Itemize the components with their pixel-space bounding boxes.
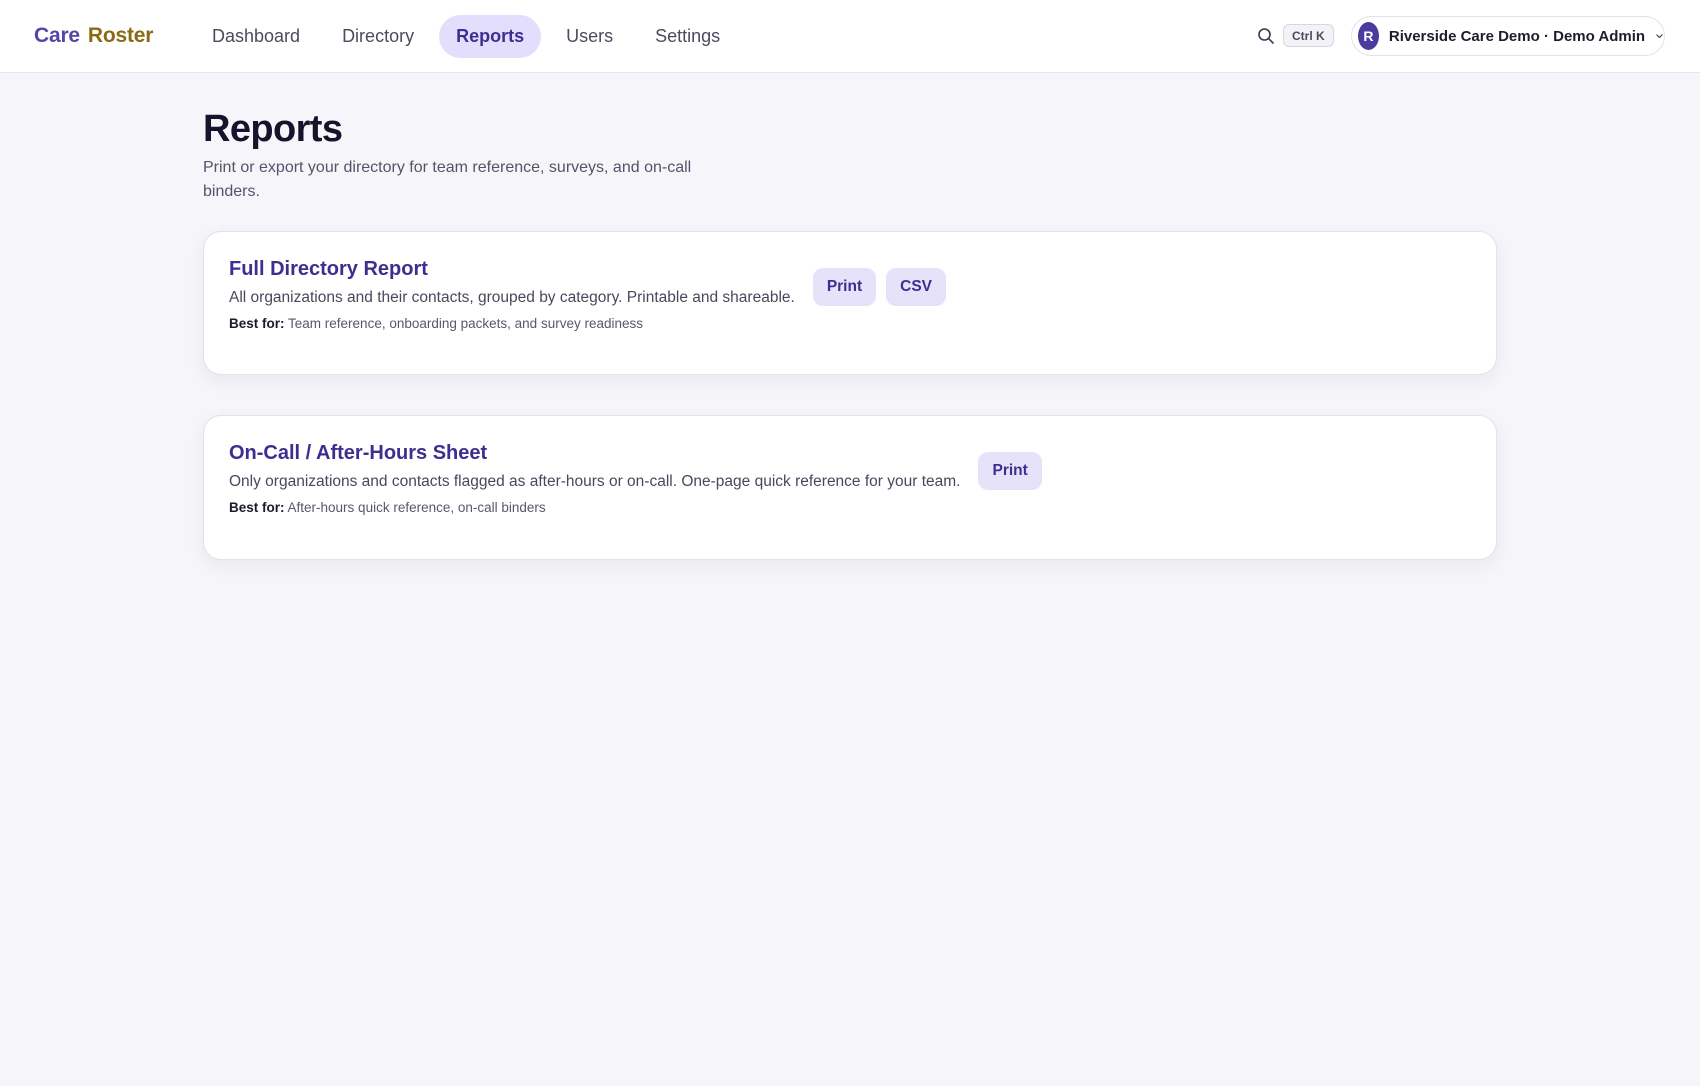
report-description: All organizations and their contacts, gr… xyxy=(229,289,795,306)
brand-logo[interactable]: Care Roster xyxy=(34,24,153,48)
nav-item-directory[interactable]: Directory xyxy=(325,15,431,58)
report-title: Full Directory Report xyxy=(229,258,428,280)
print-button[interactable]: Print xyxy=(812,268,877,306)
account-switcher[interactable]: R Riverside Care Demo · Demo Admin xyxy=(1351,16,1665,56)
avatar: R xyxy=(1358,22,1379,50)
best-for-text: Team reference, onboarding packets, and … xyxy=(288,316,643,331)
report-card-body: Full Directory Report All organizations … xyxy=(229,257,946,334)
nav-item-reports[interactable]: Reports xyxy=(439,15,542,58)
report-description: Only organizations and contacts flagged … xyxy=(229,473,961,490)
report-best-for: Best for: Team reference, onboarding pac… xyxy=(229,314,795,334)
page-subtitle: Print or export your directory for team … xyxy=(203,159,692,200)
report-card-full-directory: Full Directory Report All organizations … xyxy=(203,231,1497,375)
best-for-text: After-hours quick reference, on-call bin… xyxy=(287,500,546,515)
search-shortcut-hint: Ctrl K xyxy=(1283,24,1334,47)
main-nav: Dashboard Directory Reports Users Settin… xyxy=(195,15,737,58)
report-best-for: Best for: After-hours quick reference, o… xyxy=(229,498,960,518)
search-icon[interactable] xyxy=(1257,27,1275,45)
print-button[interactable]: Print xyxy=(978,452,1042,490)
report-card-body: On-Call / After-Hours Sheet Only organiz… xyxy=(229,441,1042,518)
report-actions: Print xyxy=(978,452,1042,490)
report-actions: Print CSV xyxy=(812,268,946,306)
nav-item-users[interactable]: Users xyxy=(549,15,630,58)
account-label: Riverside Care Demo · Demo Admin xyxy=(1388,27,1646,45)
top-navigation-bar: Care Roster Dashboard Directory Reports U… xyxy=(0,0,1700,73)
nav-item-dashboard[interactable]: Dashboard xyxy=(195,15,317,58)
report-card-text: On-Call / After-Hours Sheet Only organiz… xyxy=(229,441,960,518)
chevron-down-icon xyxy=(1656,34,1663,39)
brand-logo-roster: Roster xyxy=(87,24,154,47)
report-title: On-Call / After-Hours Sheet xyxy=(229,442,488,464)
csv-export-button[interactable]: CSV xyxy=(886,268,946,306)
nav-item-settings[interactable]: Settings xyxy=(638,15,737,58)
best-for-label: Best for: xyxy=(229,500,285,515)
brand-logo-care: Care xyxy=(34,24,80,47)
page-title: Reports xyxy=(203,108,343,150)
best-for-label: Best for: xyxy=(229,316,285,331)
report-card-on-call-sheet: On-Call / After-Hours Sheet Only organiz… xyxy=(203,415,1497,560)
report-card-text: Full Directory Report All organizations … xyxy=(229,257,795,334)
